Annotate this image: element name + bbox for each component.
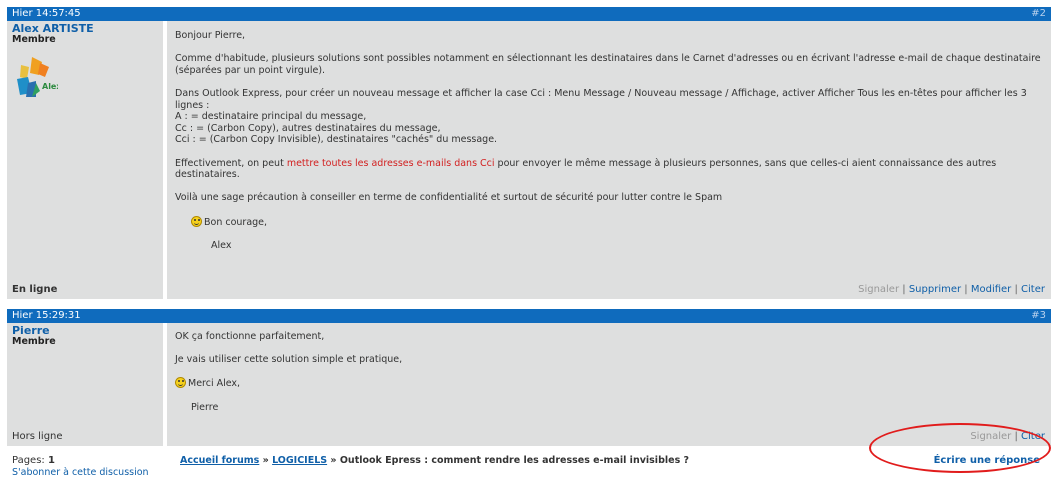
author-role: Membre [12, 34, 56, 45]
highlighted-text: mettre toutes les adresses e-mails dans … [286, 157, 495, 169]
subscribe-link[interactable]: S'abonner à cette discussion [12, 467, 149, 478]
post-header: Hier 15:29:31 #3 [7, 309, 1051, 323]
post-time: Hier 15:29:31 [12, 310, 81, 321]
author-panel: Alex ARTISTE Membre Alex En ligne [7, 21, 167, 299]
message-closing: Bon courage, [175, 215, 1043, 229]
post-number[interactable]: #2 [1031, 7, 1046, 21]
quote-link[interactable]: Citer [1021, 431, 1045, 442]
smiley-icon [175, 377, 186, 389]
avatar-label: Alex [42, 82, 58, 91]
report-link[interactable]: Signaler [970, 431, 1011, 442]
online-status: Hors ligne [12, 431, 63, 442]
message-paragraph: Comme d'habitude, plusieurs solutions so… [175, 53, 1041, 76]
message-signature: Alex [211, 239, 232, 251]
message-panel: Bonjour Pierre, Comme d'habitude, plusie… [167, 21, 1051, 299]
pages-label: Pages: [12, 455, 45, 466]
post-header: Hier 14:57:45 #2 [7, 7, 1051, 21]
report-link[interactable]: Signaler [858, 284, 899, 295]
message-line: A : = destinataire principal du message, [175, 111, 367, 123]
breadcrumb: Accueil forums » LOGICIELS » Outlook Epr… [180, 455, 689, 466]
post-3: Hier 15:29:31 #3 Pierre Membre Hors lign… [7, 309, 1051, 446]
current-page[interactable]: 1 [48, 455, 55, 466]
post-2: Hier 14:57:45 #2 Alex ARTISTE Membre Ale… [7, 7, 1051, 299]
edit-link[interactable]: Modifier [971, 284, 1011, 295]
message-line: Cc : = (Carbon Copy), autres destinatair… [175, 122, 441, 134]
reply-link[interactable]: Écrire une réponse [934, 455, 1040, 466]
quote-link[interactable]: Citer [1021, 284, 1045, 295]
post-actions: Signaler | Supprimer | Modifier | Citer [858, 284, 1045, 295]
message-line: Cci : = (Carbon Copy Invisible), destina… [175, 134, 498, 146]
text-segment: Effectivement, on peut [175, 157, 287, 169]
smiley-icon [191, 215, 202, 227]
post-actions: Signaler | Citer [970, 431, 1045, 442]
author-panel: Pierre Membre Hors ligne [7, 323, 167, 446]
pagination: Pages: 1 [12, 455, 55, 466]
breadcrumb-home[interactable]: Accueil forums [180, 455, 259, 466]
message-paragraph: Voilà une sage précaution à conseiller e… [175, 192, 723, 204]
message-paragraph: OK ça fonctionne parfaitement, [175, 331, 325, 342]
breadcrumb-separator: » [330, 455, 337, 466]
online-status: En ligne [12, 284, 58, 295]
breadcrumb-topic: Outlook Epress : comment rendre les adre… [339, 455, 690, 466]
message-paragraph: Dans Outlook Express, pour créer un nouv… [175, 87, 1027, 111]
breadcrumb-separator: » [262, 455, 269, 466]
post-number[interactable]: #3 [1031, 309, 1046, 323]
breadcrumb-category[interactable]: LOGICIELS [272, 455, 327, 466]
author-role: Membre [12, 336, 56, 347]
message-greeting: Bonjour Pierre, [175, 30, 246, 41]
delete-link[interactable]: Supprimer [909, 284, 961, 295]
post-time: Hier 14:57:45 [12, 8, 81, 19]
message-paragraph: Je vais utiliser cette solution simple e… [175, 354, 403, 366]
message-panel: OK ça fonctionne parfaitement, Je vais u… [167, 323, 1051, 446]
closing-text: Merci Alex, [188, 378, 241, 390]
message-paragraph: Effectivement, on peut mettre toutes les… [175, 158, 1043, 181]
message-closing: Merci Alex, [175, 377, 1043, 390]
avatar: Alex [12, 53, 62, 99]
closing-text: Bon courage, [204, 216, 268, 228]
message-signature: Pierre [191, 401, 219, 413]
